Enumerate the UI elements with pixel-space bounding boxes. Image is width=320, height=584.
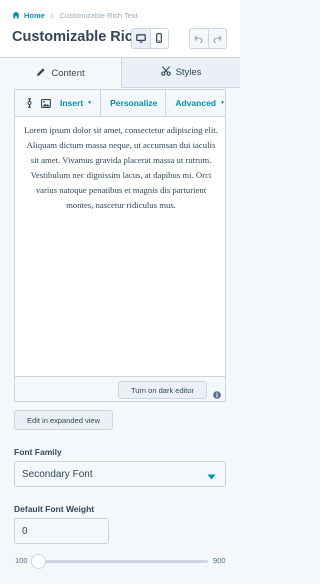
font-weight-label: Default Font Weight bbox=[14, 504, 95, 514]
variable-icon[interactable] bbox=[24, 98, 34, 108]
desktop-icon bbox=[135, 30, 146, 48]
editor-toolbar: Insert ▼ Personalize Advanced ▼ bbox=[15, 89, 225, 117]
image-icon[interactable] bbox=[41, 98, 51, 108]
font-family-value: Secondary Font bbox=[22, 468, 93, 480]
editor-footer: Turn on dark editor bbox=[15, 376, 225, 401]
font-weight-input[interactable]: 0 bbox=[14, 518, 109, 544]
toolbar-divider bbox=[165, 89, 167, 117]
caret-down-icon bbox=[207, 472, 216, 480]
insert-menu-label: Insert bbox=[60, 98, 84, 108]
breadcrumb-current: Customizable Rich Text bbox=[59, 10, 138, 20]
desktop-preview-button[interactable] bbox=[132, 29, 151, 48]
slider-max-label: 900 bbox=[213, 556, 226, 565]
expanded-view-button[interactable]: Edit in expanded view bbox=[14, 410, 113, 430]
rich-text-editor: Insert ▼ Personalize Advanced ▼ Lorem ip… bbox=[14, 89, 226, 402]
insert-menu[interactable]: Insert ▼ bbox=[60, 98, 92, 108]
font-weight-slider-handle[interactable] bbox=[30, 554, 46, 569]
toolbar-divider bbox=[100, 89, 102, 117]
info-icon[interactable] bbox=[213, 386, 221, 399]
breadcrumb-home-link[interactable]: Home bbox=[24, 11, 45, 20]
undo-button[interactable] bbox=[190, 29, 208, 48]
mobile-preview-button[interactable] bbox=[151, 29, 169, 48]
home-icon bbox=[12, 11, 20, 19]
chevron-down-icon: ▼ bbox=[219, 100, 225, 106]
scissors-icon bbox=[160, 66, 171, 79]
redo-icon bbox=[212, 30, 223, 48]
font-weight-slider-track[interactable] bbox=[38, 560, 208, 563]
dark-editor-button[interactable]: Turn on dark editor bbox=[118, 381, 207, 399]
font-weight-value: 0 bbox=[22, 525, 28, 537]
advanced-menu-label: Advanced bbox=[175, 98, 216, 108]
font-family-select[interactable]: Secondary Font bbox=[14, 461, 226, 487]
history-controls bbox=[189, 28, 227, 49]
redo-button[interactable] bbox=[207, 29, 227, 48]
tab-styles[interactable]: Styles bbox=[121, 58, 240, 88]
font-family-label: Font Family bbox=[14, 447, 62, 457]
advanced-menu[interactable]: Advanced ▼ bbox=[175, 98, 225, 108]
tab-styles-label: Styles bbox=[175, 67, 202, 78]
editor-content-area[interactable]: Lorem ipsum dolor sit amet, consectetur … bbox=[23, 123, 219, 213]
undo-icon bbox=[193, 30, 204, 48]
mobile-icon bbox=[156, 30, 163, 48]
tab-content-label: Content bbox=[51, 67, 85, 79]
breadcrumb-separator: › bbox=[50, 10, 54, 20]
tab-content[interactable]: Content bbox=[0, 58, 121, 88]
sidebar-tabs: Content Styles bbox=[0, 57, 240, 88]
slider-min-label: 100 bbox=[15, 556, 28, 565]
editor-header: Home › Customizable Rich Text Customizab… bbox=[0, 0, 240, 57]
personalize-button[interactable]: Personalize bbox=[110, 98, 157, 108]
pencil-icon bbox=[36, 67, 46, 80]
chevron-down-icon: ▼ bbox=[87, 100, 93, 106]
device-preview-toggle bbox=[131, 28, 169, 49]
breadcrumb: Home › Customizable Rich Text bbox=[12, 9, 138, 21]
module-title: Customizable Ric... bbox=[12, 29, 145, 45]
